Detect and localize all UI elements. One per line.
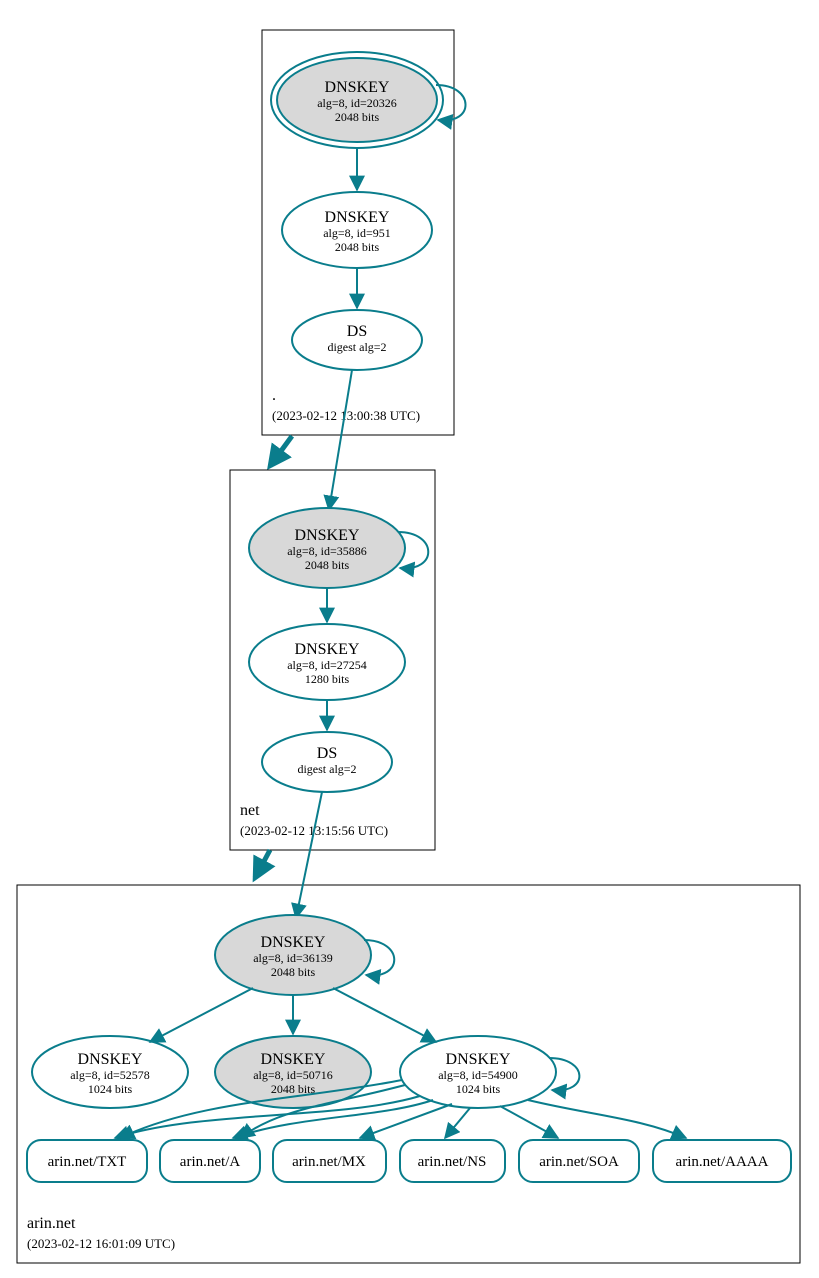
node-net-zsk: DNSKEY alg=8, id=27254 1280 bits xyxy=(249,624,405,700)
svg-text:digest alg=2: digest alg=2 xyxy=(327,340,386,354)
svg-text:arin.net/TXT: arin.net/TXT xyxy=(48,1154,127,1170)
svg-text:DS: DS xyxy=(347,323,367,340)
edge-arin-ksk-to-k52578 xyxy=(150,988,253,1042)
svg-text:DS: DS xyxy=(317,745,337,762)
node-root-ds: DS digest alg=2 xyxy=(292,310,422,370)
rrset-a: arin.net/A xyxy=(160,1140,260,1182)
node-arin-ksk: DNSKEY alg=8, id=36139 2048 bits xyxy=(215,915,371,995)
svg-text:2048 bits: 2048 bits xyxy=(335,240,380,254)
svg-text:alg=8, id=52578: alg=8, id=52578 xyxy=(70,1068,150,1082)
rrset-aaaa: arin.net/AAAA xyxy=(653,1140,791,1182)
svg-text:alg=8, id=27254: alg=8, id=27254 xyxy=(287,658,367,672)
rrset-mx: arin.net/MX xyxy=(273,1140,386,1182)
edge-net-to-arin-delegation xyxy=(255,850,270,878)
svg-text:DNSKEY: DNSKEY xyxy=(325,209,390,226)
svg-text:alg=8, id=50716: alg=8, id=50716 xyxy=(253,1068,333,1082)
rrset-ns: arin.net/NS xyxy=(400,1140,505,1182)
svg-text:DNSKEY: DNSKEY xyxy=(261,934,326,951)
svg-text:alg=8, id=36139: alg=8, id=36139 xyxy=(253,951,333,965)
svg-text:DNSKEY: DNSKEY xyxy=(325,79,390,96)
svg-text:alg=8, id=35886: alg=8, id=35886 xyxy=(287,544,367,558)
edge-arin-ksk-to-k54900 xyxy=(333,988,436,1042)
svg-text:1280 bits: 1280 bits xyxy=(305,672,350,686)
svg-text:arin.net/A: arin.net/A xyxy=(180,1154,241,1170)
zone-root-label: . xyxy=(272,387,276,404)
edge-root-to-net-delegation xyxy=(270,436,292,466)
zone-arin-label: arin.net xyxy=(27,1215,76,1232)
svg-text:alg=8, id=20326: alg=8, id=20326 xyxy=(317,96,397,110)
svg-text:2048 bits: 2048 bits xyxy=(335,110,380,124)
node-net-ds: DS digest alg=2 xyxy=(262,732,392,792)
svg-text:1024 bits: 1024 bits xyxy=(456,1082,501,1096)
svg-text:DNSKEY: DNSKEY xyxy=(295,641,360,658)
dnssec-chain-diagram: . (2023-02-12 13:00:38 UTC) DNSKEY alg=8… xyxy=(0,0,819,1278)
edge-root-ds-to-net-ksk xyxy=(329,370,352,510)
rrset-soa: arin.net/SOA xyxy=(519,1140,639,1182)
edge-k54900-to-ns xyxy=(445,1108,470,1138)
node-root-zsk: DNSKEY alg=8, id=951 2048 bits xyxy=(282,192,432,268)
svg-text:arin.net/NS: arin.net/NS xyxy=(418,1154,487,1170)
rrset-txt: arin.net/TXT xyxy=(27,1140,147,1182)
svg-text:digest alg=2: digest alg=2 xyxy=(297,762,356,776)
edge-k54900-to-aaaa xyxy=(528,1100,686,1138)
node-arin-k52578: DNSKEY alg=8, id=52578 1024 bits xyxy=(32,1036,188,1108)
svg-text:DNSKEY: DNSKEY xyxy=(261,1051,326,1068)
zone-net-label: net xyxy=(240,802,260,819)
edge-net-ds-to-arin-ksk xyxy=(296,792,322,918)
svg-text:DNSKEY: DNSKEY xyxy=(446,1051,511,1068)
svg-text:2048 bits: 2048 bits xyxy=(271,965,316,979)
svg-text:DNSKEY: DNSKEY xyxy=(295,527,360,544)
node-net-ksk: DNSKEY alg=8, id=35886 2048 bits xyxy=(249,508,405,588)
svg-text:1024 bits: 1024 bits xyxy=(88,1082,133,1096)
node-root-ksk: DNSKEY alg=8, id=20326 2048 bits xyxy=(271,52,443,148)
edge-k54900-to-mx xyxy=(360,1104,452,1138)
node-arin-k54900: DNSKEY alg=8, id=54900 1024 bits xyxy=(400,1036,556,1108)
svg-text:arin.net/SOA: arin.net/SOA xyxy=(539,1154,619,1170)
svg-text:2048 bits: 2048 bits xyxy=(305,558,350,572)
svg-text:arin.net/MX: arin.net/MX xyxy=(292,1154,366,1170)
svg-text:DNSKEY: DNSKEY xyxy=(78,1051,143,1068)
zone-arin-timestamp: (2023-02-12 16:01:09 UTC) xyxy=(27,1236,175,1251)
svg-text:alg=8, id=951: alg=8, id=951 xyxy=(323,226,391,240)
svg-text:arin.net/AAAA: arin.net/AAAA xyxy=(676,1154,769,1170)
svg-text:alg=8, id=54900: alg=8, id=54900 xyxy=(438,1068,518,1082)
edge-k54900-to-soa xyxy=(500,1106,558,1138)
